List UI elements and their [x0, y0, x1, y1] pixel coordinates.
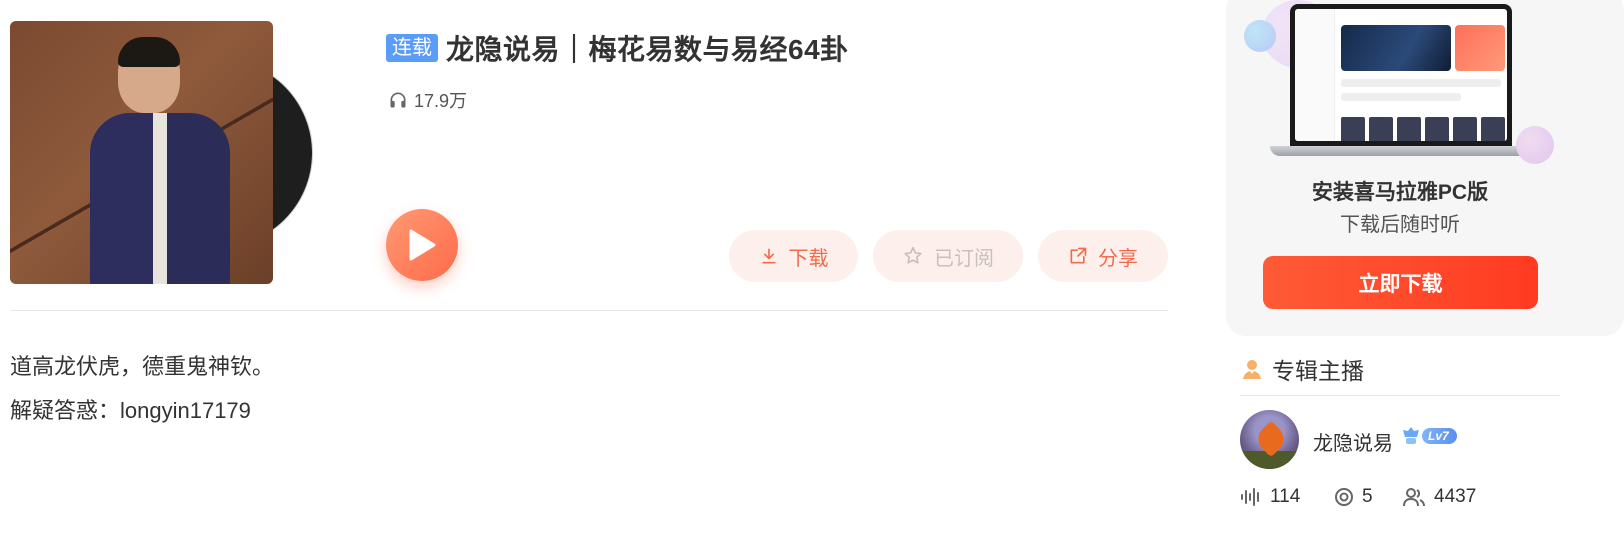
subscribed-button[interactable]: 已订阅	[873, 230, 1023, 282]
serializing-badge: 连载	[386, 34, 438, 62]
download-icon	[761, 248, 776, 264]
star-icon	[904, 246, 922, 264]
subscribed-label: 已订阅	[934, 247, 994, 270]
album-title-row: 连载 龙隐说易｜梅花易数与易经64卦	[386, 28, 849, 68]
laptop-illustration	[1290, 4, 1512, 146]
decor-bubble	[1244, 20, 1276, 52]
host-fans-count: 4437	[1434, 486, 1477, 507]
host-name[interactable]: 龙隐说易	[1313, 427, 1393, 456]
host-level-badge: Lv7	[1402, 426, 1457, 446]
host-level-label: Lv7	[1422, 428, 1457, 444]
share-label: 分享	[1098, 247, 1138, 270]
download-label: 下载	[788, 247, 829, 270]
decor-bubble	[1516, 126, 1554, 164]
host-fans-stat: 4437	[1402, 486, 1476, 508]
host-avatar[interactable]	[1240, 410, 1299, 469]
host-tracks-count: 114	[1270, 486, 1301, 507]
host-tracks-stat: 114	[1240, 486, 1300, 508]
person-icon	[1243, 360, 1261, 379]
album-title: 龙隐说易｜梅花易数与易经64卦	[446, 34, 849, 65]
share-button[interactable]: 分享	[1038, 230, 1168, 282]
soundwave-icon	[1241, 488, 1259, 506]
share-icon	[1070, 247, 1087, 264]
album-intro-line: 道高龙伏虎，德重鬼神钦。	[10, 354, 275, 379]
host-divider	[1240, 395, 1560, 396]
people-icon	[1403, 488, 1425, 507]
play-count: 17.9万	[388, 87, 467, 113]
pc-promo-title: 安装喜马拉雅PC版	[1311, 181, 1489, 204]
album-intro-line: 解疑答惑：longyin17179	[10, 398, 251, 423]
host-subscriptions-stat: 5	[1334, 486, 1373, 508]
level-crown-icon	[1403, 427, 1419, 444]
target-icon	[1335, 488, 1353, 506]
album-host-heading-label: 专辑主播	[1272, 358, 1364, 384]
headphones-icon	[390, 92, 406, 108]
pc-promo-subtitle: 下载后随时听	[1340, 214, 1460, 236]
play-button[interactable]	[386, 209, 458, 281]
play-icon	[409, 229, 436, 261]
host-subscriptions-count: 5	[1362, 486, 1373, 507]
download-now-button[interactable]: 立即下载	[1263, 256, 1538, 309]
section-divider	[10, 310, 1168, 311]
album-cover-image[interactable]	[10, 21, 273, 284]
play-count-value: 17.9万	[414, 91, 468, 111]
download-button[interactable]: 下载	[729, 230, 858, 282]
album-host-heading: 专辑主播	[1240, 352, 1364, 386]
album-cover-area	[10, 21, 312, 285]
laptop-base	[1270, 146, 1536, 156]
